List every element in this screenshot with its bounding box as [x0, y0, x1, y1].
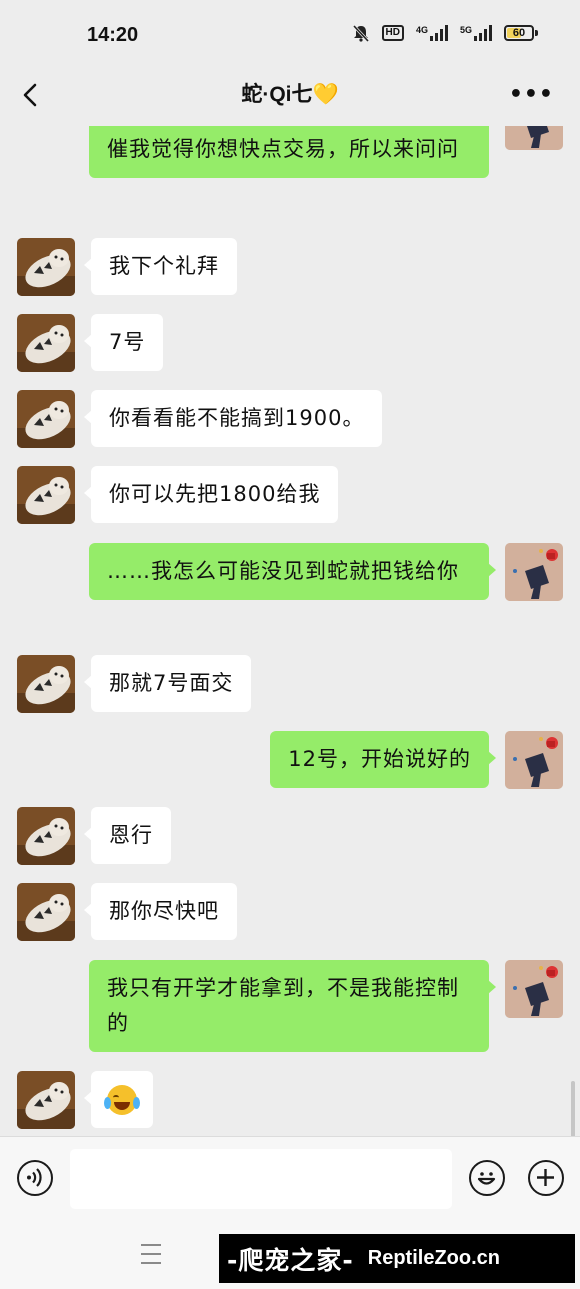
message-bubble-incoming[interactable]: 你可以先把1800给我	[83, 466, 339, 523]
system-nav-bar: -爬宠之家- ReptileZoo.cn	[0, 1220, 580, 1289]
message-text: 你看看能不能搞到1900。	[109, 406, 365, 430]
message-text: ……我怎么可能没见到蛇就把钱给你	[107, 559, 459, 583]
avatar-self[interactable]	[505, 126, 563, 150]
message-text: 你可以先把1800给我	[109, 482, 321, 506]
avatar-contact[interactable]	[17, 883, 75, 941]
status-time: 14:20	[87, 24, 139, 46]
avatar-contact[interactable]	[17, 655, 75, 713]
message-bubble-outgoing[interactable]: 12号，开始说好的	[270, 731, 496, 788]
avatar-contact[interactable]	[17, 1071, 75, 1129]
message-text: 我只有开学才能拿到，不是我能控制的	[107, 976, 459, 1035]
message-input[interactable]	[70, 1149, 452, 1209]
battery-icon: 60	[504, 25, 538, 41]
avatar-contact[interactable]	[17, 807, 75, 865]
watermark-en-text: ReptileZoo.cn	[367, 1247, 500, 1269]
signal-5g-icon: 5G	[460, 25, 492, 41]
avatar-contact[interactable]	[17, 390, 75, 448]
avatar-self[interactable]	[505, 960, 563, 1018]
hd-icon: HD	[381, 25, 404, 41]
avatar-contact[interactable]	[17, 314, 75, 372]
input-bar	[0, 1136, 580, 1221]
chat-header: 蛇·Qi七💛 •••	[0, 72, 580, 126]
crying-laughing-emoji-icon	[104, 1085, 140, 1115]
message-text: 12号，开始说好的	[288, 747, 471, 771]
status-icons: HD 4G 5G 60	[352, 24, 538, 42]
battery-level: 60	[512, 27, 526, 39]
message-bubble-incoming[interactable]: 恩行	[84, 807, 171, 864]
message-text: 那你尽快吧	[109, 899, 219, 923]
avatar-contact[interactable]	[17, 466, 75, 524]
mute-bell-icon	[352, 24, 369, 42]
watermark: -爬宠之家- ReptileZoo.cn	[219, 1234, 575, 1283]
message-bubble-outgoing[interactable]: 我也说了，不着急……只是看你之前催我觉得你想快点交易，所以来问问	[89, 126, 489, 178]
network-label-4g: 4G	[415, 25, 428, 35]
chat-scrollbar[interactable]	[571, 1081, 575, 1136]
message-bubble-incoming[interactable]: 7号	[83, 314, 164, 371]
plus-icon[interactable]	[528, 1160, 564, 1196]
more-options-icon[interactable]: •••	[509, 82, 554, 107]
avatar-self[interactable]	[505, 543, 563, 601]
message-text: 我也说了，不着急……只是看你之前催我觉得你想快点交易，所以来问问	[107, 137, 459, 161]
message-bubble-incoming[interactable]: 我下个礼拜	[84, 238, 237, 295]
message-text: 我下个礼拜	[109, 254, 219, 278]
message-bubble-incoming[interactable]: 你看看能不能搞到1900。	[83, 390, 383, 447]
signal-4g-icon: 4G	[416, 25, 448, 41]
emoji-icon[interactable]	[469, 1160, 505, 1196]
network-label-5g: 5G	[459, 25, 472, 35]
chat-title[interactable]: 蛇·Qi七💛	[0, 78, 580, 108]
watermark-cn-text: -爬宠之家-	[227, 1245, 354, 1275]
menu-icon[interactable]	[141, 1244, 161, 1271]
message-bubble-incoming[interactable]	[84, 1071, 153, 1128]
message-text: 恩行	[109, 823, 153, 847]
voice-icon[interactable]	[17, 1160, 53, 1196]
avatar-self[interactable]	[505, 731, 563, 789]
message-bubble-incoming[interactable]: 那你尽快吧	[84, 883, 237, 940]
avatar-contact[interactable]	[17, 238, 75, 296]
message-bubble-incoming[interactable]: 那就7号面交	[83, 655, 252, 712]
message-list[interactable]: 我也说了，不着急……只是看你之前催我觉得你想快点交易，所以来问问 我下个礼拜 7…	[0, 126, 580, 1136]
status-bar: 14:20 HD 4G 5G 60	[0, 0, 580, 72]
message-bubble-outgoing[interactable]: 我只有开学才能拿到，不是我能控制的	[89, 960, 496, 1052]
message-bubble-outgoing[interactable]: ……我怎么可能没见到蛇就把钱给你	[89, 543, 496, 600]
message-text: 7号	[109, 330, 146, 354]
message-text: 那就7号面交	[109, 671, 234, 695]
